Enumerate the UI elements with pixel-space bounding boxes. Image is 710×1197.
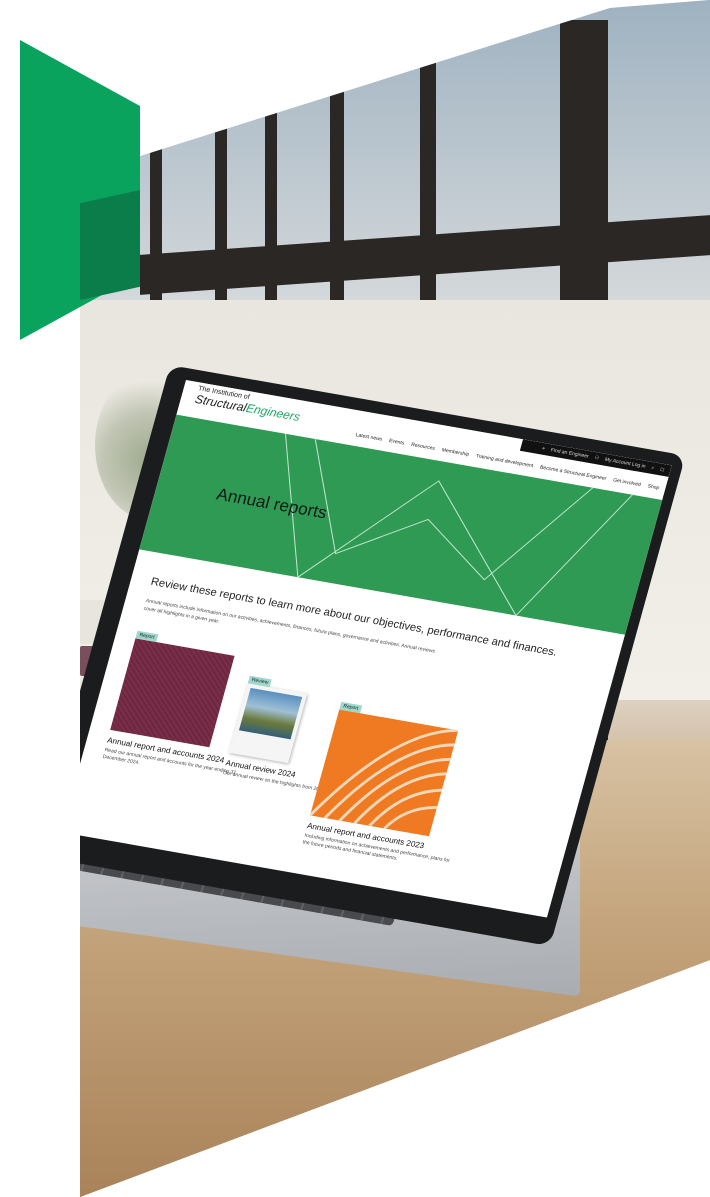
logo-part2: Engineers [244,401,302,424]
find-engineer-link[interactable]: Find an Engineer [550,447,589,459]
nav-item-shop[interactable]: Shop [647,483,660,491]
nav-item-resources[interactable]: Resources [410,442,435,452]
nav-item-latest-news[interactable]: Latest news [355,432,383,442]
search-icon[interactable]: ⌕ [651,465,655,471]
user-icon: ⚇ [593,454,600,462]
report-cover-2024 [110,638,235,748]
nav-item-events[interactable]: Events [388,438,405,446]
nav-item-membership[interactable]: Membership [441,447,470,458]
brand-shape-dark [80,190,140,300]
bag-icon[interactable]: ◻ [659,466,665,472]
nav-item-training[interactable]: Training and development [475,453,534,469]
card-thumbnail: Report [310,701,488,842]
nav-item-get-involved[interactable]: Get involved [612,477,641,488]
pin-icon: ⌖ [541,445,546,453]
